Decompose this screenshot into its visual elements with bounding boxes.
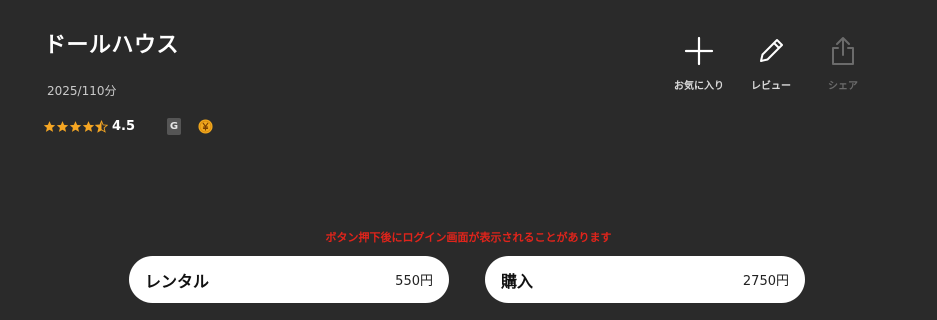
buy-price: 2750円 <box>742 274 789 289</box>
share-icon <box>832 37 854 65</box>
movie-meta: 2025/110分 <box>47 84 117 98</box>
buy-label: 購入 <box>501 271 534 291</box>
rental-button[interactable]: レンタル 550円 <box>129 256 449 303</box>
rating-value: 4.5 <box>112 118 136 134</box>
review-label: レビュー <box>751 81 791 92</box>
share-label: シェア <box>828 81 858 92</box>
favorite-button[interactable]: お気に入り <box>667 35 731 92</box>
yen-coin-icon <box>198 119 213 134</box>
star-icon <box>43 120 56 132</box>
half-star-icon <box>95 119 108 133</box>
buy-button[interactable]: 購入 2750円 <box>485 256 805 303</box>
review-button[interactable]: レビュー <box>739 35 803 92</box>
share-button[interactable]: シェア <box>811 35 875 92</box>
star-icon <box>82 120 95 132</box>
pencil-icon <box>760 39 783 62</box>
action-bar: お気に入り レビュー シェア <box>670 35 866 97</box>
star-icon <box>69 120 82 132</box>
movie-title: ドールハウス <box>44 33 180 58</box>
age-rating-badge: G <box>167 118 181 135</box>
rental-label: レンタル <box>145 271 210 291</box>
plus-icon <box>684 36 714 66</box>
rating: 4.5 <box>43 117 135 135</box>
star-icon <box>56 120 69 132</box>
favorite-label: お気に入り <box>674 81 724 92</box>
login-notice: ボタン押下後にログイン画面が表示されることがあります <box>325 231 612 244</box>
rental-price: 550円 <box>395 274 433 289</box>
rating-stars <box>43 119 108 133</box>
